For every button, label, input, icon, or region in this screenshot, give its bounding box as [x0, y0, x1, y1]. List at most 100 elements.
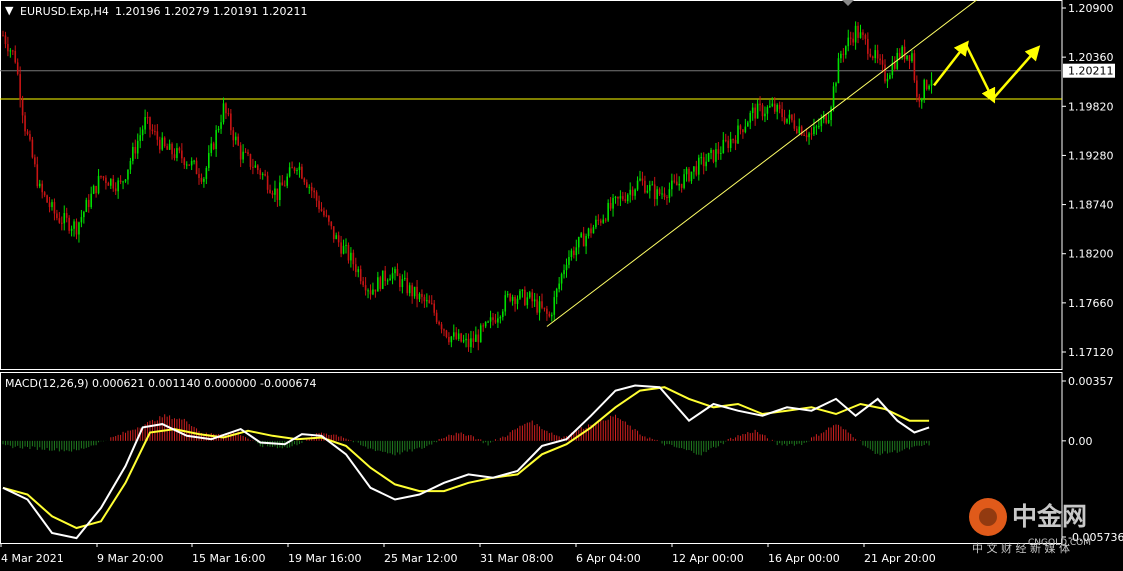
candle-up	[668, 189, 671, 198]
candle-up	[634, 189, 636, 196]
x-tick-label: 9 Mar 20:00	[97, 552, 163, 565]
candle-up	[85, 199, 88, 212]
candle-up	[63, 213, 66, 224]
candle-down	[340, 242, 342, 254]
candle-down	[421, 293, 423, 297]
candle-up	[242, 151, 244, 160]
candle-down	[663, 193, 666, 198]
candle-up	[521, 289, 524, 291]
candle-down	[531, 292, 533, 302]
candle-up	[401, 279, 404, 288]
candle-up	[487, 321, 489, 323]
candle-down	[825, 114, 827, 123]
candle-up	[92, 185, 95, 194]
candle-down	[778, 104, 781, 109]
candle-up	[585, 236, 587, 247]
candle-down	[100, 175, 102, 177]
candle-up	[122, 181, 124, 183]
candle-down	[259, 170, 262, 175]
candle-up	[372, 289, 374, 295]
candle-up	[516, 298, 519, 304]
y-tick-label: 1.19820	[1068, 100, 1114, 113]
candle-up	[70, 228, 73, 231]
x-tick-label: 21 Apr 20:00	[864, 552, 936, 565]
x-tick-label: 15 Mar 16:00	[192, 552, 265, 565]
candle-down	[212, 143, 215, 150]
candle-up	[168, 143, 171, 150]
candle-up	[389, 278, 391, 281]
chart-header: ▼ EURUSD.Exp,H4 1.20196 1.20279 1.20191 …	[5, 4, 307, 18]
candle-up	[453, 332, 455, 337]
candle-up	[136, 140, 139, 154]
candle-up	[345, 244, 347, 246]
x-tick-label: 4 Mar 2021	[1, 552, 64, 565]
candle-down	[31, 139, 34, 158]
symbol-dropdown-icon[interactable]: ▼	[5, 4, 14, 17]
candle-down	[171, 143, 173, 155]
candle-down	[622, 196, 624, 200]
candle-up	[577, 236, 580, 248]
candle-up	[484, 321, 487, 327]
candle-down	[24, 115, 26, 132]
candle-up	[350, 252, 352, 261]
candle-down	[543, 307, 546, 309]
candle-up	[38, 183, 41, 187]
macd-tick-label: 0.00	[1068, 435, 1093, 448]
candle-up	[771, 103, 774, 107]
candle-down	[257, 165, 259, 171]
candle-down	[16, 62, 19, 75]
candle-down	[864, 34, 867, 39]
candle-down	[460, 333, 462, 342]
candle-up	[920, 98, 923, 102]
candle-down	[448, 337, 450, 343]
candle-up	[911, 53, 913, 62]
y-tick-label: 1.18200	[1068, 248, 1114, 261]
trading-chart[interactable]: 1.20900 1.20360 1.19820 1.19280 1.18740 1.182…	[0, 0, 1123, 567]
candle-up	[279, 182, 281, 201]
chart-canvas[interactable]: 1.20900 1.20360 1.19820 1.19280 1.18740 1.182…	[0, 0, 1123, 567]
candle-up	[394, 269, 396, 274]
candle-down	[862, 32, 864, 35]
candle-down	[293, 167, 296, 171]
candle-down	[48, 202, 51, 208]
candle-up	[707, 152, 710, 162]
y-tick-label: 1.20360	[1068, 51, 1114, 64]
candle-up	[129, 160, 132, 170]
candle-up	[690, 171, 693, 182]
candle-down	[53, 202, 56, 214]
candle-down	[379, 277, 382, 289]
candle-down	[163, 137, 166, 147]
candle-down	[173, 154, 176, 158]
candle-down	[717, 149, 720, 154]
candle-up	[602, 219, 605, 223]
candle-down	[7, 44, 9, 52]
candle-up	[220, 122, 222, 129]
candle-up	[722, 139, 725, 153]
candle-up	[818, 126, 820, 128]
watermark-logo-text: 中金网	[1012, 502, 1087, 531]
candle-up	[274, 188, 276, 195]
candle-down	[112, 178, 115, 189]
candle-down	[352, 252, 355, 265]
candle-up	[678, 183, 680, 186]
candle-down	[546, 308, 548, 314]
candle-up	[646, 190, 649, 193]
candle-down	[337, 235, 340, 243]
candle-down	[29, 134, 31, 140]
candle-down	[680, 183, 683, 188]
candle-down	[95, 185, 97, 194]
candle-down	[249, 154, 252, 167]
candle-down	[159, 139, 161, 150]
candle-down	[411, 285, 413, 297]
candle-down	[114, 188, 117, 192]
candle-down	[146, 117, 149, 119]
watermark-tagline: 中 文 财 经 新 媒 体	[972, 541, 1070, 555]
candle-down	[440, 324, 443, 330]
candle-down	[857, 25, 859, 38]
candle-down	[195, 160, 198, 175]
candle-up	[560, 274, 563, 284]
x-tick-label: 6 Apr 04:00	[576, 552, 641, 565]
candle-down	[793, 120, 796, 129]
candle-up	[127, 169, 129, 180]
candle-up	[720, 152, 722, 154]
